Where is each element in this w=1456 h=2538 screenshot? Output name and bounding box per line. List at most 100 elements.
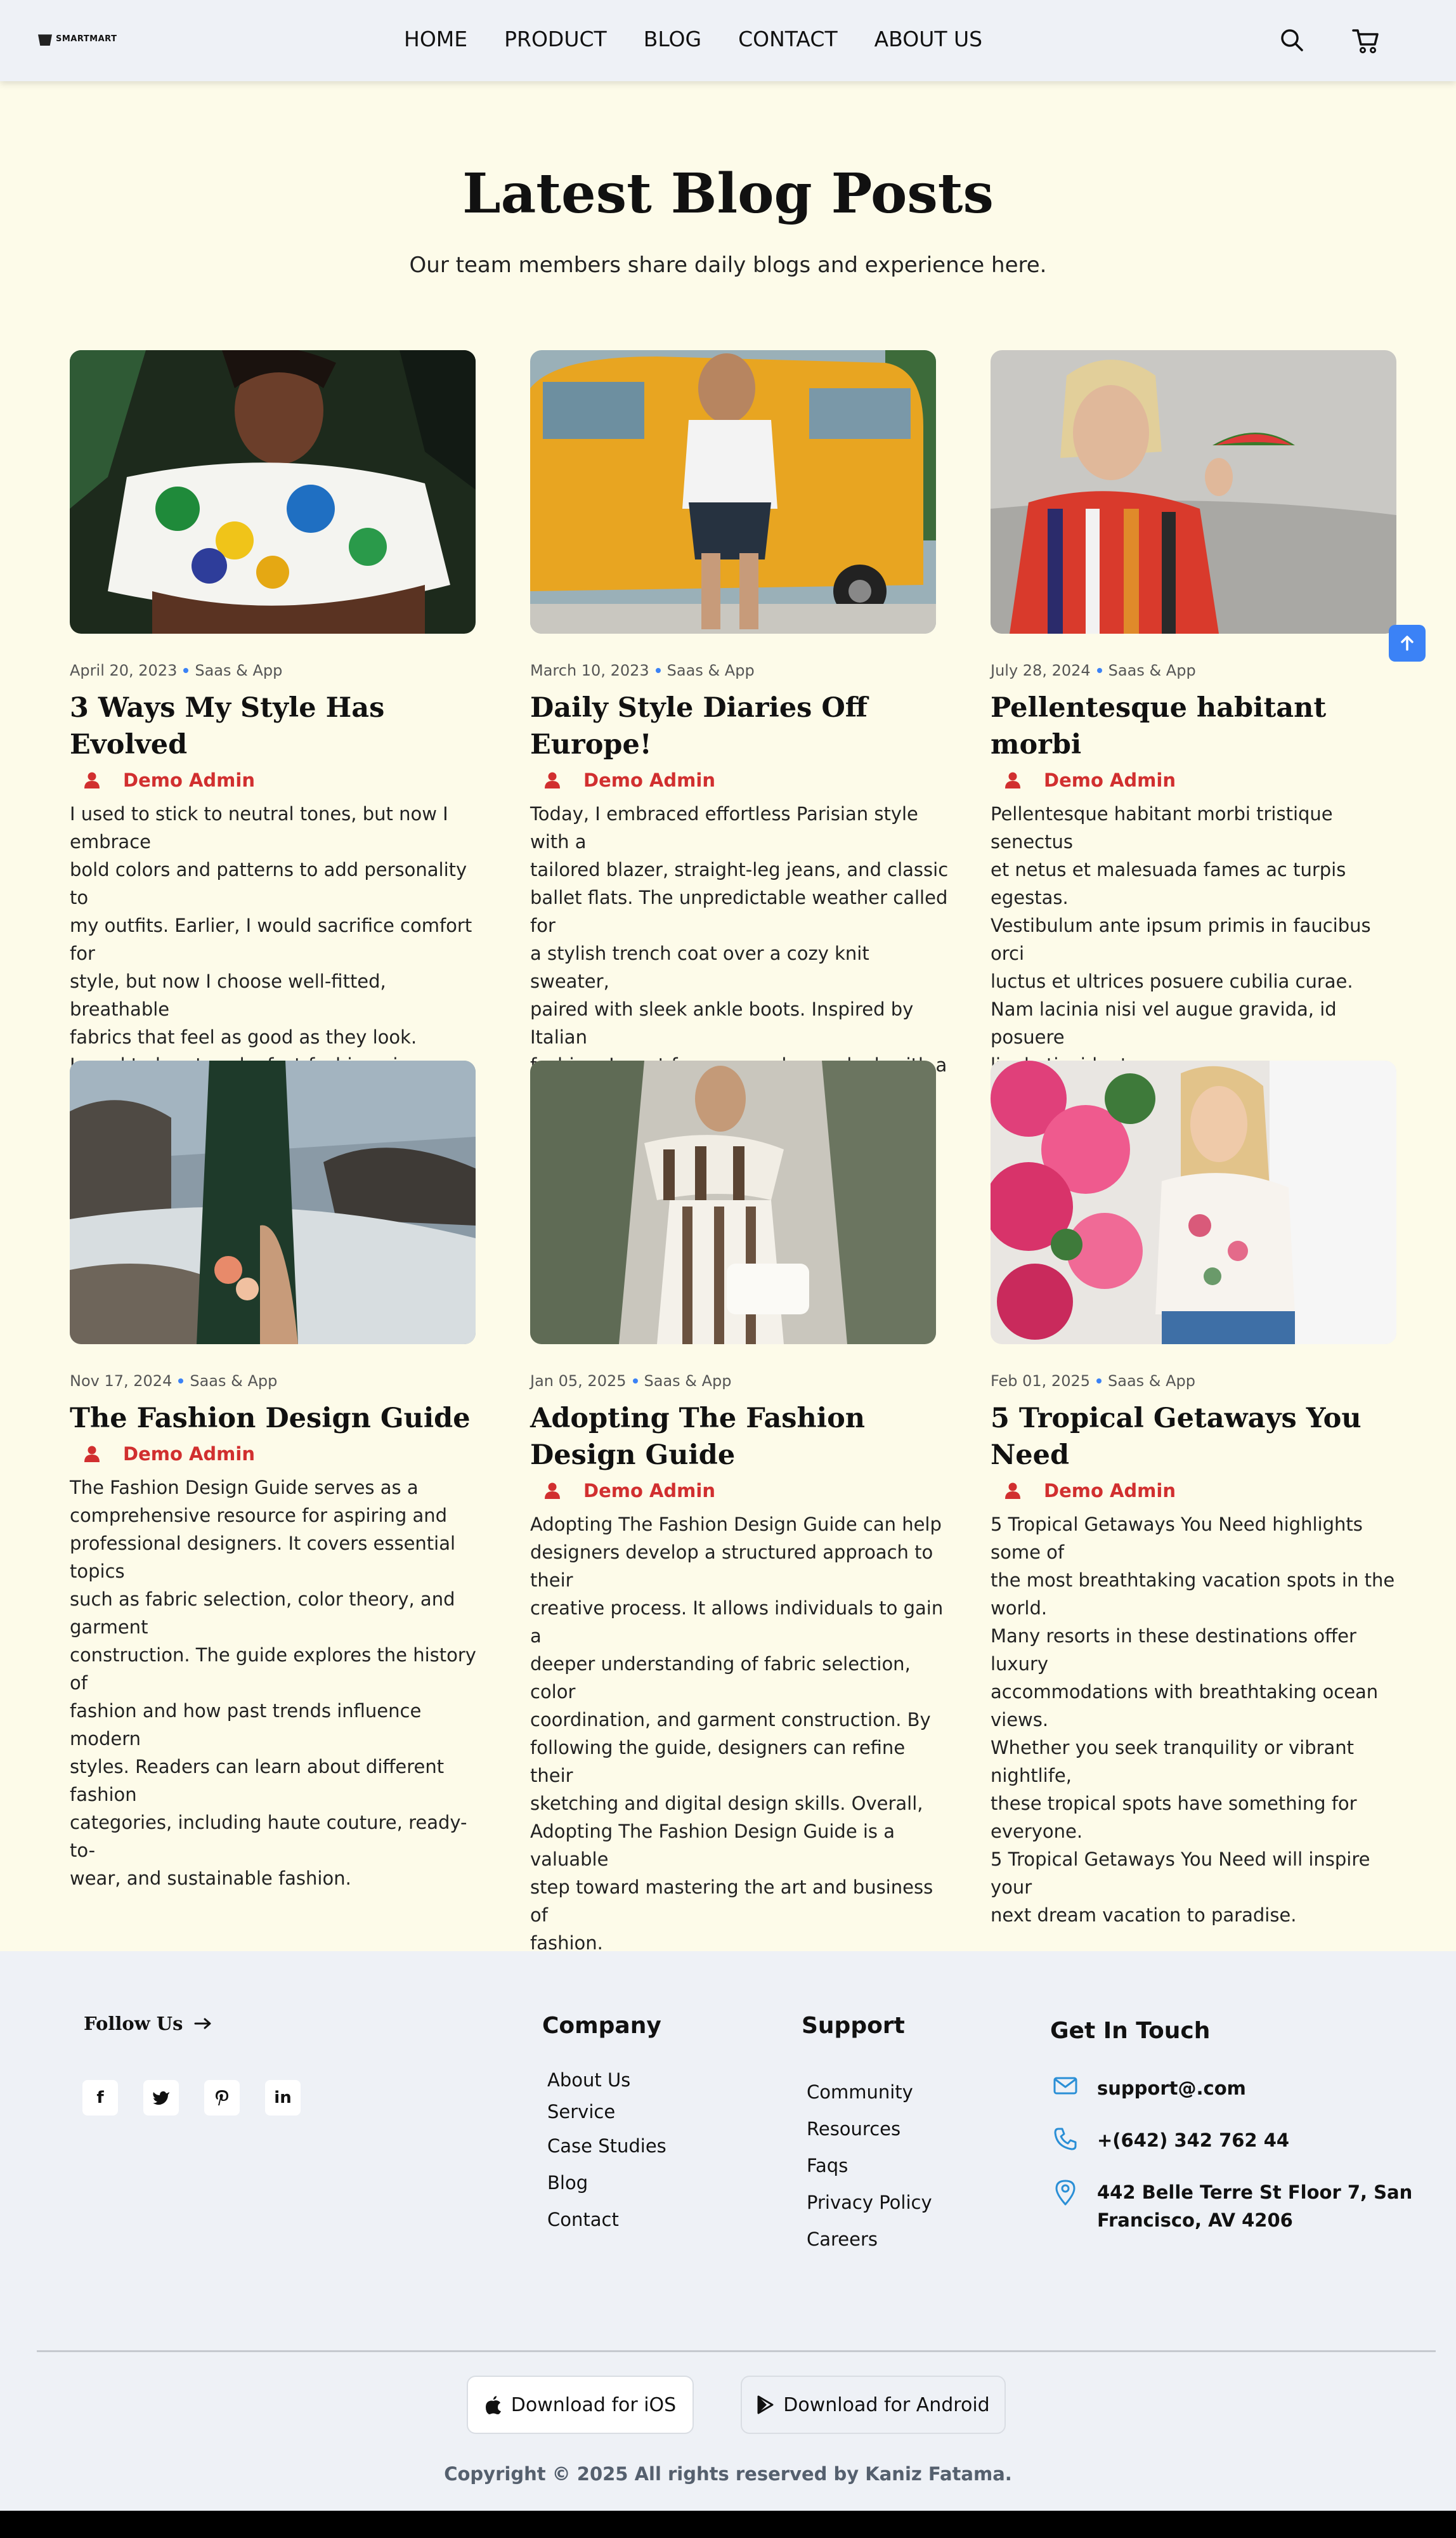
- blog-image[interactable]: [991, 1061, 1396, 1344]
- follow-us: Follow Us: [84, 2013, 212, 2034]
- download-ios-button[interactable]: Download for iOS: [467, 2376, 694, 2434]
- post-category[interactable]: Saas & App: [1108, 1372, 1195, 1390]
- pinterest-icon[interactable]: [204, 2080, 240, 2116]
- scroll-to-top-button[interactable]: [1389, 625, 1426, 662]
- post-title[interactable]: The Fashion Design Guide: [70, 1400, 488, 1437]
- post-excerpt: Adopting The Fashion Design Guide can he…: [530, 1514, 944, 1954]
- download-ios-label: Download for iOS: [510, 2393, 677, 2416]
- separator-dot: [178, 1378, 184, 1383]
- phone-icon: [1054, 2128, 1077, 2150]
- author-name[interactable]: Demo Admin: [123, 769, 255, 791]
- nav-product[interactable]: PRODUCT: [504, 27, 607, 51]
- post-title[interactable]: Daily Style Diaries Off Europe!: [530, 690, 949, 763]
- post-title[interactable]: Adopting The Fashion Design Guide: [530, 1400, 949, 1474]
- post-date: April 20, 2023: [70, 662, 178, 679]
- phone-text[interactable]: +(642) 342 762 44: [1097, 2126, 1289, 2154]
- blog-card: April 20, 2023 Saas & App 3 Ways My Styl…: [70, 350, 488, 1135]
- post-category[interactable]: Saas & App: [1108, 662, 1196, 679]
- address-text: 442 Belle Terre St Floor 7, San Francisc…: [1097, 2182, 1413, 2231]
- footer-link-about-us[interactable]: About Us: [547, 2064, 666, 2096]
- post-author: Demo Admin: [70, 1443, 488, 1465]
- author-name[interactable]: Demo Admin: [1044, 769, 1176, 791]
- page-title: Latest Blog Posts: [462, 162, 994, 226]
- separator-dot: [183, 668, 189, 673]
- footer-link-service[interactable]: Service: [547, 2096, 666, 2128]
- post-author: Demo Admin: [991, 769, 1409, 791]
- footer-link-resources[interactable]: Resources: [807, 2110, 932, 2147]
- nav-blog[interactable]: BLOG: [644, 27, 701, 51]
- blog-card: March 10, 2023 Saas & App Daily Style Di…: [530, 350, 949, 1163]
- user-icon: [545, 1482, 560, 1499]
- blog-card: July 28, 2024 Saas & App Pellentesque ha…: [991, 350, 1409, 1079]
- author-name[interactable]: Demo Admin: [583, 1480, 715, 1501]
- post-author: Demo Admin: [530, 769, 949, 791]
- nav-about-us[interactable]: ABOUT US: [874, 27, 983, 51]
- post-meta: Feb 01, 2025 Saas & App: [991, 1372, 1409, 1390]
- post-category[interactable]: Saas & App: [190, 1372, 277, 1390]
- author-name[interactable]: Demo Admin: [1044, 1480, 1176, 1501]
- logo[interactable]: SMARTMART: [38, 32, 117, 46]
- cart-icon[interactable]: [1351, 25, 1381, 56]
- arrow-right-icon: [194, 2018, 211, 2029]
- blog-image[interactable]: [530, 1061, 936, 1344]
- separator-dot: [1096, 1378, 1102, 1383]
- author-name[interactable]: Demo Admin: [583, 769, 715, 791]
- post-category[interactable]: Saas & App: [667, 662, 755, 679]
- download-android-label: Download for Android: [783, 2393, 990, 2416]
- user-icon: [84, 1446, 100, 1462]
- footer-link-contact[interactable]: Contact: [547, 2201, 666, 2238]
- support-links: Community Resources Faqs Privacy Policy …: [807, 2074, 932, 2258]
- blog-card: Feb 01, 2025 Saas & App 5 Tropical Getaw…: [991, 1061, 1409, 1929]
- blog-card: Jan 05, 2025 Saas & App Adopting The Fas…: [530, 1061, 949, 1957]
- post-excerpt: 5 Tropical Getaways You Need highlights …: [991, 1514, 1395, 1926]
- search-icon[interactable]: [1277, 25, 1308, 56]
- blog-image[interactable]: [530, 350, 936, 634]
- post-meta: Nov 17, 2024 Saas & App: [70, 1372, 488, 1390]
- twitter-icon[interactable]: [143, 2080, 179, 2116]
- email-text[interactable]: support@.com: [1097, 2074, 1246, 2102]
- arrow-up-icon: [1401, 636, 1414, 651]
- footer-link-case-studies[interactable]: Case Studies: [547, 2128, 666, 2164]
- footer-link-blog[interactable]: Blog: [547, 2164, 666, 2201]
- get-in-touch-heading: Get In Touch: [1050, 2018, 1211, 2044]
- footer-link-community[interactable]: Community: [807, 2074, 932, 2110]
- post-title[interactable]: Pellentesque habitant morbi: [991, 690, 1409, 763]
- footer-link-privacy-policy[interactable]: Privacy Policy: [807, 2184, 932, 2221]
- download-android-button[interactable]: Download for Android: [741, 2376, 1006, 2434]
- separator-dot: [655, 668, 661, 673]
- logo-cart-icon: [38, 34, 52, 46]
- post-author: Demo Admin: [991, 1480, 1409, 1501]
- user-icon: [1005, 1482, 1020, 1499]
- mail-icon: [1053, 2077, 1077, 2095]
- contact-email: support@.com: [1053, 2074, 1246, 2102]
- bottom-bar: [0, 2511, 1456, 2538]
- post-category[interactable]: Saas & App: [195, 662, 282, 679]
- contact-phone: +(642) 342 762 44: [1053, 2126, 1289, 2154]
- post-meta: Jan 05, 2025 Saas & App: [530, 1372, 949, 1390]
- footer-link-careers[interactable]: Careers: [807, 2221, 932, 2258]
- post-date: Feb 01, 2025: [991, 1372, 1090, 1390]
- contact-address: 442 Belle Terre St Floor 7, San Francisc…: [1053, 2178, 1412, 2234]
- blog-image[interactable]: [70, 350, 476, 634]
- blog-image[interactable]: [70, 1061, 476, 1344]
- post-excerpt: The Fashion Design Guide serves as a com…: [70, 1477, 476, 1889]
- footer-divider: [37, 2350, 1436, 2352]
- nav-contact[interactable]: CONTACT: [738, 27, 838, 51]
- post-category[interactable]: Saas & App: [644, 1372, 732, 1390]
- post-author: Demo Admin: [530, 1480, 949, 1501]
- site-footer: Follow Us f in Company About Us Service …: [0, 1951, 1456, 2511]
- apple-icon: [485, 2396, 501, 2414]
- user-icon: [545, 772, 560, 788]
- linkedin-icon[interactable]: in: [265, 2080, 301, 2116]
- post-meta: March 10, 2023 Saas & App: [530, 662, 949, 679]
- author-name[interactable]: Demo Admin: [123, 1443, 255, 1465]
- footer-link-faqs[interactable]: Faqs: [807, 2147, 932, 2184]
- facebook-icon[interactable]: f: [82, 2080, 118, 2116]
- nav-home[interactable]: HOME: [404, 27, 467, 51]
- post-title[interactable]: 3 Ways My Style Has Evolved: [70, 690, 488, 763]
- site-header: SMARTMART HOME PRODUCT BLOG CONTACT ABOU…: [0, 0, 1456, 81]
- user-icon: [84, 772, 100, 788]
- post-title[interactable]: 5 Tropical Getaways You Need: [991, 1400, 1409, 1474]
- post-date: March 10, 2023: [530, 662, 649, 679]
- blog-image[interactable]: [991, 350, 1396, 634]
